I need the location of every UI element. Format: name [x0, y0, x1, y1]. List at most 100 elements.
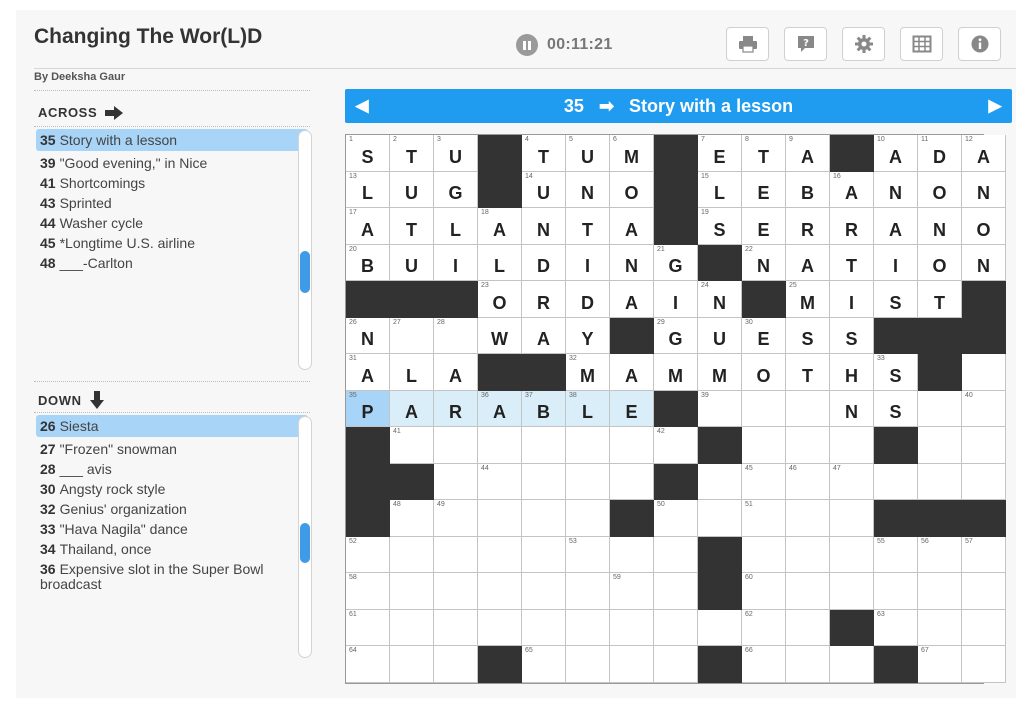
grid-cell[interactable]	[742, 390, 786, 427]
grid-cell[interactable]	[566, 646, 610, 683]
grid-cell[interactable]: 17 A	[346, 208, 390, 245]
grid-cell[interactable]	[786, 500, 830, 537]
grid-cell[interactable]	[522, 536, 566, 573]
grid-cell[interactable]: U	[698, 317, 742, 354]
grid-cell[interactable]: O	[610, 171, 654, 208]
grid-cell[interactable]	[566, 609, 610, 646]
grid-cell[interactable]: E	[742, 171, 786, 208]
grid-cell[interactable]	[522, 500, 566, 537]
grid-cell[interactable]	[874, 573, 918, 610]
grid-cell[interactable]: R	[786, 208, 830, 245]
grid-cell[interactable]: 11 D	[918, 135, 962, 172]
down-clue-32[interactable]: 32 Genius' organization	[36, 497, 308, 517]
across-clue-43[interactable]: 43 Sprinted	[36, 191, 308, 211]
grid-cell[interactable]	[918, 390, 962, 427]
grid-cell[interactable]: N	[962, 244, 1006, 281]
grid-cell[interactable]	[786, 609, 830, 646]
grid-cell[interactable]	[786, 390, 830, 427]
grid-cell[interactable]: N	[566, 171, 610, 208]
grid-cell[interactable]	[478, 427, 522, 464]
grid-cell[interactable]: 23 O	[478, 281, 522, 318]
down-clue-33[interactable]: 33 "Hava Nagila" dance	[36, 517, 308, 537]
across-clue-39[interactable]: 39 "Good evening," in Nice	[36, 151, 308, 171]
grid-cell[interactable]: T	[786, 354, 830, 391]
grid-cell[interactable]: 37 B	[522, 390, 566, 427]
grid-cell[interactable]: 46	[786, 463, 830, 500]
grid-cell[interactable]: A	[610, 354, 654, 391]
grid-cell[interactable]	[698, 500, 742, 537]
grid-cell[interactable]: 65	[522, 646, 566, 683]
grid-cell[interactable]: A	[390, 390, 434, 427]
grid-cell[interactable]	[566, 500, 610, 537]
grid-cell[interactable]	[962, 427, 1006, 464]
grid-cell[interactable]: 47	[830, 463, 874, 500]
down-scrollbar[interactable]	[298, 416, 312, 658]
grid-cell[interactable]: G	[434, 171, 478, 208]
grid-cell[interactable]: 26 N	[346, 317, 390, 354]
grid-cell[interactable]	[434, 463, 478, 500]
grid-cell[interactable]: 10 A	[874, 135, 918, 172]
grid-cell[interactable]: 48	[390, 500, 434, 537]
grid-cell[interactable]	[742, 427, 786, 464]
grid-cell[interactable]: Y	[566, 317, 610, 354]
grid-cell[interactable]	[654, 646, 698, 683]
grid-cell[interactable]: 56	[918, 536, 962, 573]
down-clue-26[interactable]: 26 Siesta	[36, 415, 308, 437]
grid-cell[interactable]: 58	[346, 573, 390, 610]
grid-cell[interactable]: S	[874, 390, 918, 427]
grid-cell[interactable]: D	[566, 281, 610, 318]
across-scrollbar[interactable]	[298, 130, 312, 370]
down-clue-28[interactable]: 28 ___ avis	[36, 457, 308, 477]
grid-cell[interactable]: O	[918, 244, 962, 281]
grid-cell[interactable]: A	[434, 354, 478, 391]
grid-cell[interactable]: R	[830, 208, 874, 245]
grid-cell[interactable]	[918, 463, 962, 500]
grid-cell[interactable]: 8T	[742, 135, 786, 172]
grid-cell[interactable]: A	[610, 208, 654, 245]
grid-cell[interactable]	[610, 463, 654, 500]
grid-cell[interactable]	[610, 536, 654, 573]
grid-cell[interactable]	[962, 354, 1006, 391]
grid-cell[interactable]: T	[830, 244, 874, 281]
grid-cell[interactable]: N	[522, 208, 566, 245]
pause-icon[interactable]	[516, 34, 538, 56]
grid-cell[interactable]	[698, 609, 742, 646]
grid-cell[interactable]: I	[874, 244, 918, 281]
grid-cell[interactable]: 33 S	[874, 354, 918, 391]
grid-cell[interactable]: M	[698, 354, 742, 391]
grid-cell[interactable]	[654, 609, 698, 646]
grid-cell[interactable]	[830, 573, 874, 610]
grid-cell[interactable]: 22 N	[742, 244, 786, 281]
grid-cell[interactable]: 63	[874, 609, 918, 646]
grid-cell[interactable]: 64	[346, 646, 390, 683]
grid-cell[interactable]: 67	[918, 646, 962, 683]
grid-cell[interactable]	[610, 646, 654, 683]
grid-cell[interactable]: 16 A	[830, 171, 874, 208]
grid-cell[interactable]: 38 L	[566, 390, 610, 427]
grid-cell[interactable]: S	[786, 317, 830, 354]
grid-cell[interactable]: 42	[654, 427, 698, 464]
across-clue-44[interactable]: 44 Washer cycle	[36, 211, 308, 231]
grid-cell[interactable]: 18 A	[478, 208, 522, 245]
grid-cell[interactable]	[478, 536, 522, 573]
grid-cell[interactable]	[742, 536, 786, 573]
grid-cell[interactable]	[786, 427, 830, 464]
grid-cell[interactable]: 50	[654, 500, 698, 537]
grid-cell[interactable]: 4T	[522, 135, 566, 172]
grid-cell[interactable]: B	[786, 171, 830, 208]
grid-cell[interactable]: L	[390, 354, 434, 391]
grid-cell[interactable]: N	[874, 171, 918, 208]
grid-cell[interactable]: 5U	[566, 135, 610, 172]
grid-cell[interactable]: N	[610, 244, 654, 281]
grid-cell[interactable]	[830, 646, 874, 683]
grid-cell[interactable]	[390, 609, 434, 646]
across-clue-41[interactable]: 41 Shortcomings	[36, 171, 308, 191]
grid-cell[interactable]	[434, 609, 478, 646]
grid-cell[interactable]	[566, 463, 610, 500]
grid-cell[interactable]	[786, 573, 830, 610]
grid-cell[interactable]: 9A	[786, 135, 830, 172]
grid-cell[interactable]	[962, 463, 1006, 500]
grid-cell[interactable]: 35 P	[346, 390, 390, 427]
grid-cell[interactable]: 55	[874, 536, 918, 573]
grid-cell[interactable]	[610, 427, 654, 464]
